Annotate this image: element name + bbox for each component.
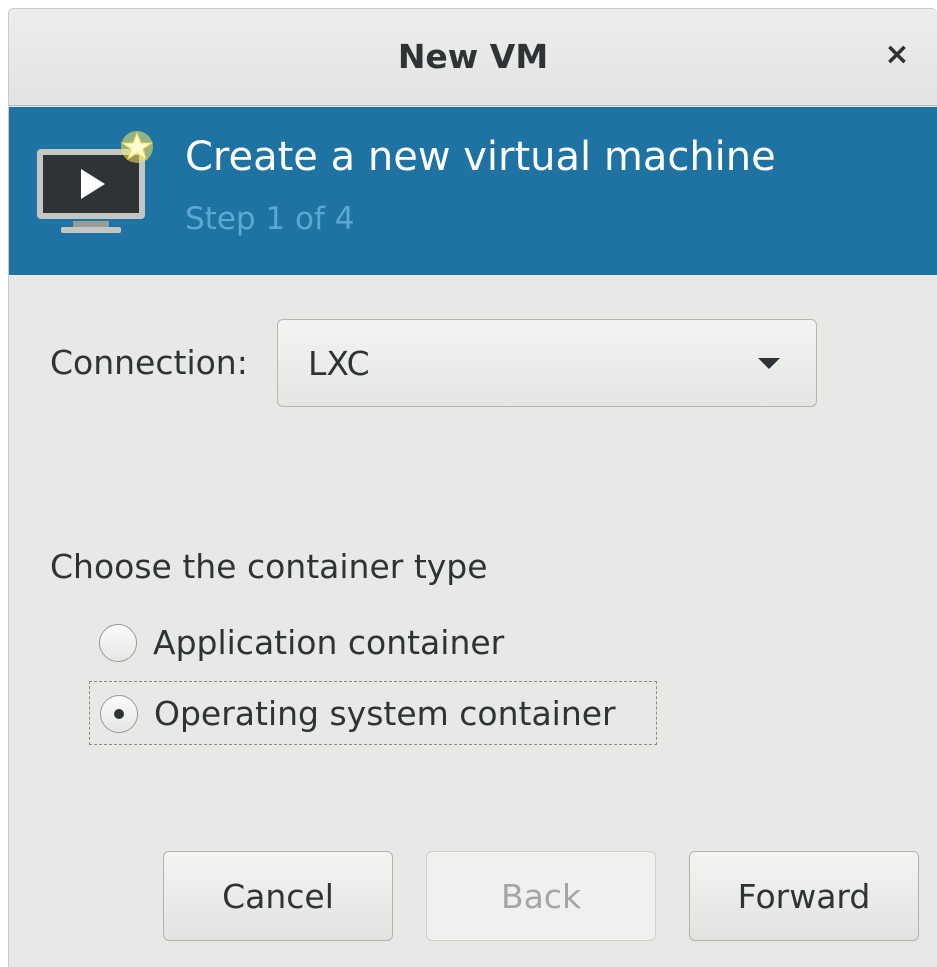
monitor-play-star-icon xyxy=(37,131,154,233)
cancel-button[interactable]: Cancel xyxy=(163,851,393,941)
banner-title: Create a new virtual machine xyxy=(185,134,776,180)
container-type-label: Choose the container type xyxy=(50,547,488,586)
dropdown-arrow-icon xyxy=(758,358,780,369)
radio-os-container[interactable]: Operating system container xyxy=(89,681,657,745)
connection-label: Connection: xyxy=(50,343,248,382)
radio-checked-icon xyxy=(100,695,138,733)
titlebar: New VM × xyxy=(9,9,937,106)
step-indicator: Step 1 of 4 xyxy=(185,201,355,237)
radio-unchecked-icon xyxy=(99,624,137,662)
forward-button[interactable]: Forward xyxy=(689,851,919,941)
window-title: New VM xyxy=(397,37,549,76)
connection-dropdown[interactable]: LXC xyxy=(277,319,817,407)
close-icon: × xyxy=(884,37,910,72)
back-button[interactable]: Back xyxy=(426,851,656,941)
connection-value: LXC xyxy=(308,344,370,383)
radio-dot-icon xyxy=(114,709,124,719)
radio-label-os: Operating system container xyxy=(154,694,616,733)
new-vm-dialog: New VM × Create a new virtual machine St… xyxy=(8,8,937,967)
radio-application-container[interactable]: Application container xyxy=(89,611,657,675)
close-button[interactable]: × xyxy=(877,35,917,75)
header-banner: Create a new virtual machine Step 1 of 4 xyxy=(9,107,937,275)
radio-label-application: Application container xyxy=(153,623,505,662)
